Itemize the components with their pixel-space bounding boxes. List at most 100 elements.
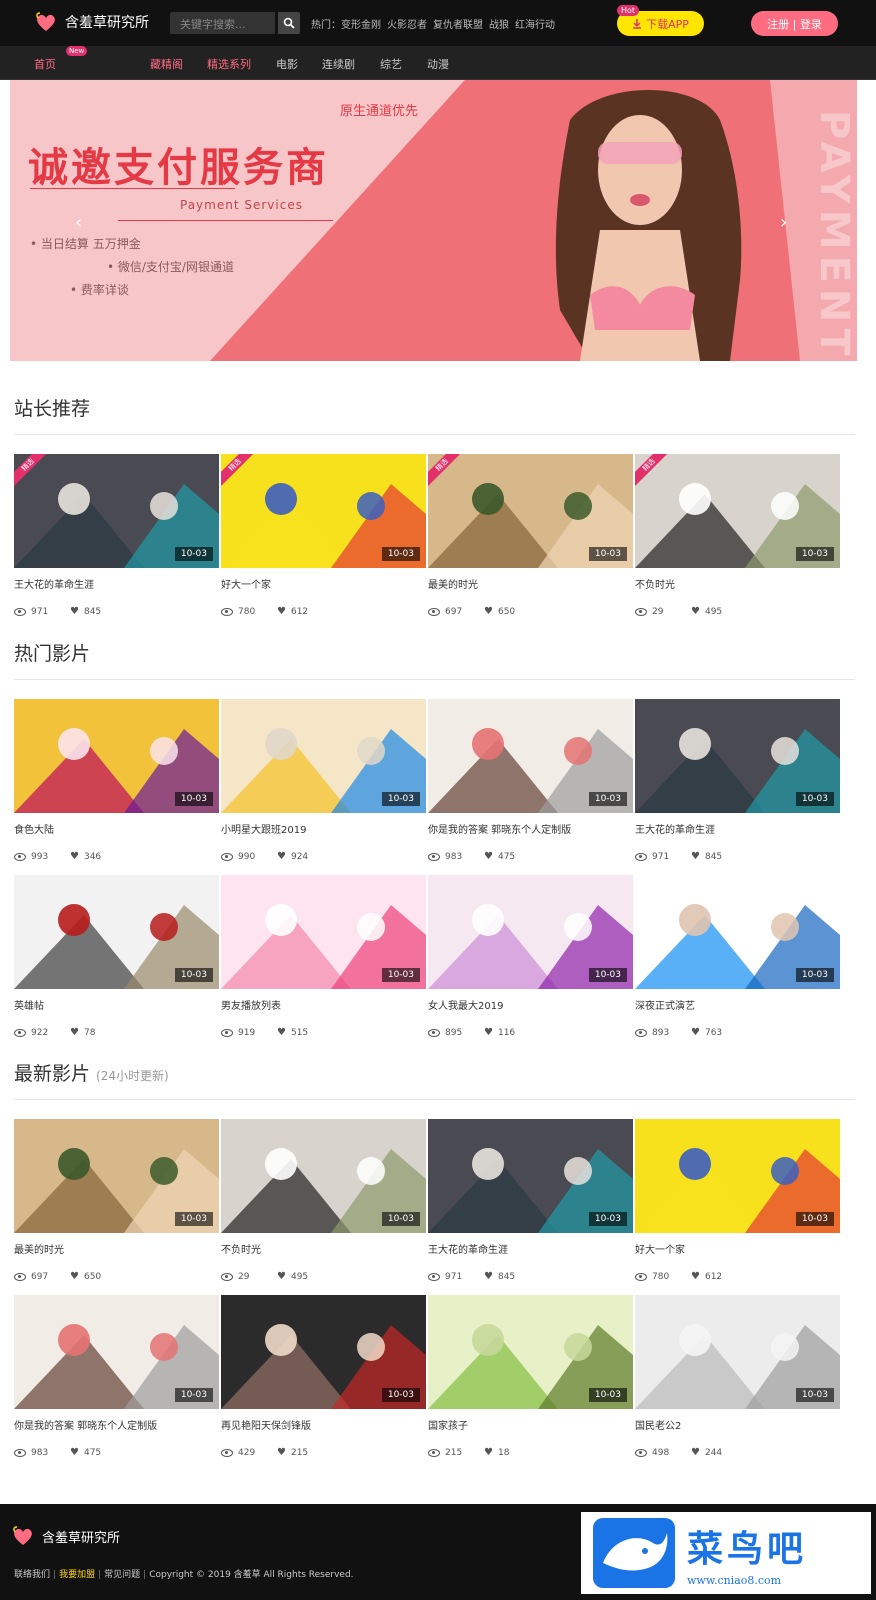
video-title[interactable]: 再见艳阳天保剑锋版 (221, 1417, 426, 1431)
video-thumbnail[interactable]: 10-03 (635, 1295, 840, 1409)
video-card[interactable]: 10-03 不负时光 29 ♥ 495 (221, 1119, 426, 1282)
video-card[interactable]: 10-03 英雄帖 922 ♥ 78 (14, 875, 219, 1038)
video-thumbnail[interactable]: 10-03 (635, 699, 840, 813)
video-card[interactable]: 精选 10-03 好大一个家 780 ♥ 612 (221, 454, 426, 617)
nav-home[interactable]: 首页 (34, 56, 56, 72)
video-thumbnail[interactable]: 10-03 (635, 1119, 840, 1233)
nav-collection[interactable]: 藏精阁 (150, 56, 183, 72)
video-title[interactable]: 王大花的革命生涯 (635, 821, 840, 835)
date-tag: 10-03 (174, 1388, 213, 1402)
footer-logo[interactable]: 含羞草研究所 (12, 1526, 120, 1546)
video-card[interactable]: 10-03 最美的时光 697 ♥ 650 (14, 1119, 219, 1282)
video-thumbnail[interactable]: 精选 10-03 (221, 454, 426, 568)
like-count: 763 (704, 1027, 723, 1038)
nav-series[interactable]: 连续剧 (322, 56, 355, 72)
video-thumbnail[interactable]: 精选 10-03 (14, 454, 219, 568)
video-title[interactable]: 国家孩子 (428, 1417, 633, 1431)
video-card[interactable]: 精选 10-03 王大花的革命生涯 971 ♥ 845 (14, 454, 219, 617)
video-thumbnail[interactable]: 10-03 (221, 1295, 426, 1409)
banner-bullet: • 费率详谈 (70, 283, 129, 297)
video-thumbnail[interactable]: 10-03 (428, 875, 633, 989)
video-title[interactable]: 你是我的答案 郭晓东个人定制版 (428, 821, 633, 835)
video-card[interactable]: 10-03 王大花的革命生涯 971 ♥ 845 (635, 699, 840, 862)
nav-featured[interactable]: 精选系列 (207, 56, 251, 72)
search-button[interactable] (278, 12, 300, 34)
video-card[interactable]: 10-03 国家孩子 215 ♥ 18 (428, 1295, 633, 1458)
footer-link-join[interactable]: 我要加盟 (59, 1570, 95, 1580)
register-login-button[interactable]: 注册 | 登录 (751, 11, 838, 36)
date-tag: 10-03 (588, 968, 627, 982)
hot-label: 热门： (311, 20, 341, 31)
video-card[interactable]: 10-03 国民老公2 498 ♥ 244 (635, 1295, 840, 1458)
video-thumbnail[interactable]: 10-03 (14, 875, 219, 989)
hot-link[interactable]: 火影忍者 (387, 16, 427, 31)
video-title[interactable]: 食色大陆 (14, 821, 219, 835)
video-thumbnail[interactable]: 精选 10-03 (428, 454, 633, 568)
video-card[interactable]: 精选 10-03 最美的时光 697 ♥ 650 (428, 454, 633, 617)
video-title[interactable]: 深夜正式演艺 (635, 997, 840, 1011)
view-count: 971 (31, 606, 49, 617)
video-title[interactable]: 英雄帖 (14, 997, 219, 1011)
video-card[interactable]: 10-03 王大花的革命生涯 971 ♥ 845 (428, 1119, 633, 1282)
nav-movies[interactable]: 电影 (276, 56, 298, 72)
like-count: 924 (290, 851, 309, 862)
eye-icon (14, 1028, 26, 1037)
video-thumbnail[interactable]: 10-03 (221, 1119, 426, 1233)
nav-variety[interactable]: 综艺 (380, 56, 402, 72)
video-title[interactable]: 你是我的答案 郭晓东个人定制版 (14, 1417, 219, 1431)
video-stats: 697 ♥ 650 (14, 1271, 219, 1282)
video-title[interactable]: 女人我最大2019 (428, 997, 633, 1011)
video-card[interactable]: 10-03 好大一个家 780 ♥ 612 (635, 1119, 840, 1282)
video-card[interactable]: 10-03 再见艳阳天保剑锋版 429 ♥ 215 (221, 1295, 426, 1458)
hot-link[interactable]: 战狼 (489, 16, 509, 31)
banner-bullet: • 微信/支付宝/网银通道 (107, 260, 234, 274)
video-title[interactable]: 最美的时光 (14, 1241, 219, 1255)
video-card[interactable]: 10-03 深夜正式演艺 893 ♥ 763 (635, 875, 840, 1038)
video-thumbnail[interactable]: 10-03 (428, 699, 633, 813)
video-title[interactable]: 好大一个家 (221, 576, 426, 590)
video-title[interactable]: 不负时光 (221, 1241, 426, 1255)
site-logo[interactable]: 含羞草研究所 (35, 12, 149, 32)
video-thumbnail[interactable]: 10-03 (635, 875, 840, 989)
video-title[interactable]: 好大一个家 (635, 1241, 840, 1255)
prev-slide-icon[interactable]: ‹ (75, 212, 85, 233)
video-title[interactable]: 最美的时光 (428, 576, 633, 590)
video-title[interactable]: 不负时光 (635, 576, 840, 590)
heart-icon: ♥ (691, 1271, 700, 1282)
date-tag: 10-03 (795, 1388, 834, 1402)
hot-link[interactable]: 复仇者联盟 (433, 16, 483, 31)
date-tag: 10-03 (381, 968, 420, 982)
video-title[interactable]: 王大花的革命生涯 (428, 1241, 633, 1255)
video-thumbnail[interactable]: 10-03 (221, 699, 426, 813)
view-count: 895 (445, 1027, 463, 1038)
video-card[interactable]: 精选 10-03 不负时光 29 ♥ 495 (635, 454, 840, 617)
video-title[interactable]: 小明星大跟班2019 (221, 821, 426, 835)
eye-icon (14, 1448, 26, 1457)
next-slide-icon[interactable]: › (780, 212, 790, 233)
video-thumbnail[interactable]: 10-03 (221, 875, 426, 989)
video-thumbnail[interactable]: 10-03 (428, 1295, 633, 1409)
footer-link-contact[interactable]: 联络我们 (14, 1570, 50, 1580)
video-card[interactable]: 10-03 你是我的答案 郭晓东个人定制版 983 ♥ 475 (14, 1295, 219, 1458)
video-card[interactable]: 10-03 食色大陆 993 ♥ 346 (14, 699, 219, 862)
footer-link-faq[interactable]: 常见问题 (104, 1570, 140, 1580)
video-thumbnail[interactable]: 精选 10-03 (635, 454, 840, 568)
video-title[interactable]: 国民老公2 (635, 1417, 840, 1431)
video-thumbnail[interactable]: 10-03 (14, 699, 219, 813)
video-card[interactable]: 10-03 小明星大跟班2019 990 ♥ 924 (221, 699, 426, 862)
nav-anime[interactable]: 动漫 (427, 56, 449, 72)
hot-search-links: 热门： 变形金刚 火影忍者 复仇者联盟 战狼 红海行动 (311, 16, 555, 31)
hot-link[interactable]: 红海行动 (515, 16, 555, 31)
heart-logo-icon (13, 1526, 32, 1545)
video-card[interactable]: 10-03 女人我最大2019 895 ♥ 116 (428, 875, 633, 1038)
video-card[interactable]: 10-03 男友播放列表 919 ♥ 515 (221, 875, 426, 1038)
video-title[interactable]: 王大花的革命生涯 (14, 576, 219, 590)
video-title[interactable]: 男友播放列表 (221, 997, 426, 1011)
search-input[interactable]: 关键字搜索... (170, 12, 275, 34)
video-thumbnail[interactable]: 10-03 (14, 1295, 219, 1409)
video-thumbnail[interactable]: 10-03 (14, 1119, 219, 1233)
banner-carousel[interactable]: 原生通道优先 诚邀支付服务商 Payment Services • 当日结算 五… (10, 80, 857, 361)
video-card[interactable]: 10-03 你是我的答案 郭晓东个人定制版 983 ♥ 475 (428, 699, 633, 862)
hot-link[interactable]: 变形金刚 (341, 16, 381, 31)
video-thumbnail[interactable]: 10-03 (428, 1119, 633, 1233)
